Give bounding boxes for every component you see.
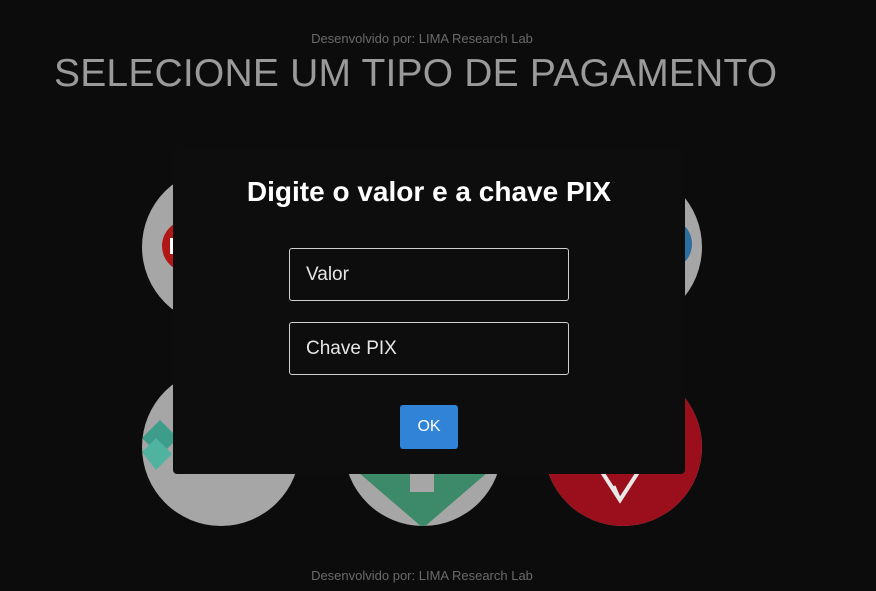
page-title: SELECIONE UM TIPO DE PAGAMENTO bbox=[54, 52, 778, 95]
chave-pix-input[interactable] bbox=[289, 322, 569, 375]
valor-input[interactable] bbox=[289, 248, 569, 301]
dialog-title: Digite o valor e a chave PIX bbox=[246, 176, 612, 207]
developer-credit-top: Desenvolvido por: LIMA Research Lab bbox=[311, 31, 533, 46]
developer-credit-bottom: Desenvolvido por: LIMA Research Lab bbox=[311, 568, 533, 583]
pix-dialog: Digite o valor e a chave PIX OK bbox=[173, 150, 685, 474]
ok-button[interactable]: OK bbox=[400, 405, 458, 449]
payment-page: Desenvolvido por: LIMA Research Lab SELE… bbox=[0, 0, 876, 591]
